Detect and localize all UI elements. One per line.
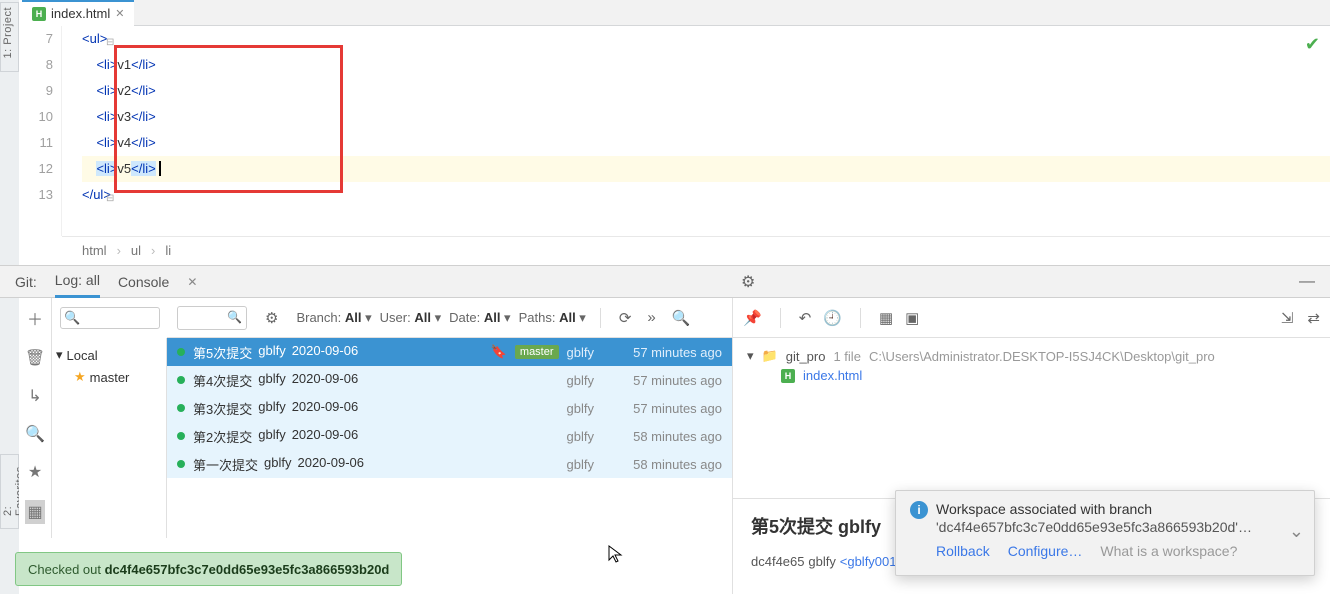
commit-dot-icon — [177, 348, 185, 356]
crumb-li[interactable]: li — [165, 243, 171, 258]
filter-user[interactable]: User: All ▾ — [380, 310, 441, 326]
star-icon[interactable]: ★ — [28, 462, 42, 482]
star-icon: ★ — [74, 369, 86, 385]
tab-log[interactable]: Log: all — [55, 265, 100, 298]
code-editor[interactable]: 78910111213 ⊟ <ul> <li>v1</li> <li>v2</l… — [22, 26, 1330, 236]
gear-icon[interactable]: ⚙ — [741, 272, 755, 292]
search-icon: 🔍 — [227, 310, 242, 324]
branch-tag: master — [515, 345, 559, 359]
project-tool-tab[interactable]: 1: Project — [0, 2, 19, 72]
pin-icon[interactable]: 📌 — [743, 309, 762, 327]
commit-list: 第5次提交 gblfy 2020-09-06 🔖 master gblfy 57… — [167, 338, 732, 538]
branch-tree: ▾Local ★master — [52, 338, 167, 538]
commit-dot-icon — [177, 404, 185, 412]
tree-local[interactable]: ▾Local — [56, 344, 162, 366]
log-filter-bar: 🔍 ⚙ Branch: All ▾ User: All ▾ Date: All … — [167, 298, 732, 338]
tab-console[interactable]: Console — [118, 274, 169, 290]
html-file-icon: H — [32, 7, 46, 21]
close-console-icon[interactable]: ✕ — [187, 275, 197, 289]
filter-branch[interactable]: Branch: All ▾ — [296, 310, 371, 326]
bookmark-icon: 🔖 — [491, 344, 507, 360]
commit-dot-icon — [177, 460, 185, 468]
find-icon[interactable]: 🔍 — [668, 309, 695, 327]
commit-row[interactable]: 第3次提交 gblfy 2020-09-06 gblfy57 minutes a… — [167, 394, 732, 422]
html-file-icon: H — [781, 369, 795, 383]
fold-icon[interactable]: ⊟ — [106, 30, 114, 56]
tab-label: index.html — [51, 6, 110, 21]
commit-dot-icon — [177, 376, 185, 384]
changed-files-panel: ▾ 📁 git_pro 1 file C:\Users\Administrato… — [732, 338, 1330, 498]
code-body[interactable]: ⊟ <ul> <li>v1</li> <li>v2</li> <li>v3</l… — [62, 26, 1330, 236]
layout-icon[interactable]: ▣ — [905, 309, 919, 327]
crumb-ul[interactable]: ul — [131, 243, 141, 258]
cursor-icon — [608, 545, 624, 565]
rollback-link[interactable]: Rollback — [936, 543, 990, 559]
expand-icon[interactable]: ⇲ — [1281, 309, 1294, 327]
line-gutter: 78910111213 — [22, 26, 62, 236]
chevron-down-icon[interactable]: ▾ — [747, 348, 754, 364]
configure-link[interactable]: Configure… — [1008, 543, 1083, 559]
folder-name[interactable]: git_pro — [786, 349, 826, 364]
filter-date[interactable]: Date: All ▾ — [449, 310, 510, 326]
filter-icon[interactable]: ▦ — [25, 500, 44, 524]
favorites-tool-tab[interactable]: 2: Favorites — [0, 454, 19, 529]
search-icon: 🔍 — [64, 310, 80, 326]
commit-row[interactable]: 第5次提交 gblfy 2020-09-06 🔖 master gblfy 57… — [167, 338, 732, 366]
undo-icon[interactable]: ↶ — [799, 309, 812, 327]
commit-row[interactable]: 第2次提交 gblfy 2020-09-06 gblfy58 minutes a… — [167, 422, 732, 450]
settings-icon[interactable]: ⇄ — [1307, 309, 1320, 327]
history-icon[interactable]: 🕘 — [823, 309, 842, 327]
changed-file[interactable]: index.html — [803, 368, 862, 383]
commit-row[interactable]: 第4次提交 gblfy 2020-09-06 gblfy57 minutes a… — [167, 366, 732, 394]
commit-row[interactable]: 第一次提交 gblfy 2020-09-06 gblfy58 minutes a… — [167, 450, 732, 478]
filter-paths[interactable]: Paths: All ▾ — [519, 310, 586, 326]
gear-icon[interactable]: ⚙ — [265, 309, 278, 327]
git-label: Git: — [15, 274, 37, 290]
folder-icon: 📁 — [762, 348, 778, 364]
branch-icon[interactable]: ↳ — [28, 386, 41, 406]
vcs-side-toolbar: ＋ 🗑 ↳ 🔍 ★ ▦ — [19, 298, 52, 538]
crumb-html[interactable]: html — [82, 243, 107, 258]
inspections-ok-icon[interactable]: ✔ — [1305, 31, 1320, 57]
editor-tab-bar: H index.html ✕ — [22, 0, 1330, 26]
notification-toast: iWorkspace associated with branch 'dc4f4… — [895, 490, 1315, 576]
minimize-icon[interactable]: — — [1299, 273, 1315, 291]
tool-window-header: Git: Log: all Console ✕ ⚙ — — [0, 265, 1330, 298]
commit-dot-icon — [177, 432, 185, 440]
search-icon[interactable]: 🔍 — [25, 424, 45, 444]
chevron-down-icon: ▾ — [56, 347, 63, 363]
add-icon[interactable]: ＋ — [27, 306, 43, 330]
tree-branch-master[interactable]: ★master — [56, 366, 162, 388]
close-icon[interactable]: ✕ — [115, 7, 124, 20]
info-icon: i — [910, 501, 928, 519]
help-link[interactable]: What is a workspace? — [1100, 543, 1237, 559]
more-icon[interactable]: » — [643, 309, 659, 326]
tab-index-html[interactable]: H index.html ✕ — [22, 0, 134, 26]
group-icon[interactable]: ▦ — [879, 309, 893, 327]
delete-icon[interactable]: 🗑 — [25, 348, 45, 368]
fold-close-icon[interactable]: ⊟ — [106, 186, 114, 212]
chevron-down-icon[interactable]: ⌄ — [1289, 521, 1304, 542]
breadcrumb: html› ul› li — [62, 236, 1330, 263]
detail-toolbar: 📌 ↶ 🕘 ▦ ▣ ⇲ ⇄ — [732, 298, 1330, 338]
status-notification: Checked out dc4f4e657bfc3c7e0dd65e93e5fc… — [15, 552, 402, 586]
refresh-icon[interactable]: ⟳ — [615, 309, 636, 327]
